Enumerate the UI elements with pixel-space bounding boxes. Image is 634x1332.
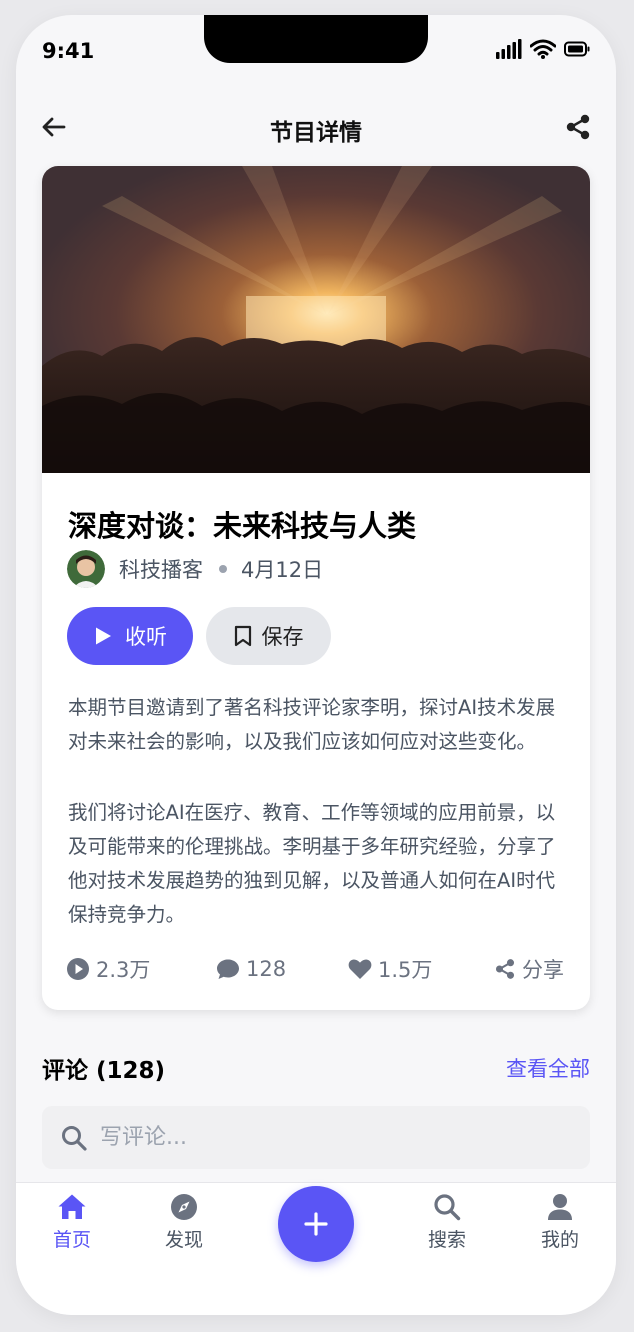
share-action[interactable]: 分享	[494, 949, 564, 989]
comment-icon	[217, 959, 239, 979]
tab-home[interactable]: 首页	[32, 1193, 112, 1252]
share-icon[interactable]	[564, 113, 592, 141]
battery-icon	[564, 41, 590, 57]
status-time: 9:41	[42, 39, 95, 63]
signal-icon	[496, 39, 522, 59]
comment-count-value: 128	[246, 957, 287, 981]
home-icon	[58, 1194, 86, 1219]
save-label: 保存	[261, 625, 304, 649]
tab-profile-label: 我的	[540, 1229, 579, 1251]
top-bar: 节目详情	[16, 105, 616, 149]
notch	[204, 15, 428, 63]
compass-icon	[171, 1194, 197, 1220]
tab-discover[interactable]: 发现	[144, 1193, 224, 1252]
share-icon	[495, 959, 515, 979]
search-icon	[62, 1125, 87, 1151]
see-all-comments-link[interactable]: 查看全部	[506, 1053, 590, 1083]
tab-search[interactable]: 搜索	[407, 1193, 487, 1252]
tab-profile[interactable]: 我的	[520, 1193, 600, 1252]
play-count: 2.3万	[66, 949, 150, 989]
tab-discover-label: 发现	[164, 1229, 203, 1251]
create-button[interactable]	[278, 1186, 354, 1262]
comment-input-box[interactable]	[42, 1106, 590, 1169]
status-icons	[496, 39, 590, 59]
play-count-value: 2.3万	[96, 958, 151, 982]
heart-icon	[348, 959, 372, 979]
author-name[interactable]: 科技播客	[119, 554, 203, 584]
publish-date: 4月12日	[241, 558, 324, 582]
tab-home-label: 首页	[52, 1229, 91, 1251]
user-icon	[548, 1194, 572, 1220]
play-icon	[96, 627, 111, 645]
wifi-icon	[530, 39, 556, 59]
page-title: 节目详情	[270, 120, 362, 146]
episode-cover-image	[42, 166, 590, 473]
episode-meta: 科技播客 4月12日	[67, 549, 323, 589]
comment-input[interactable]	[98, 1124, 542, 1151]
tab-search-label: 搜索	[427, 1229, 466, 1251]
like-count[interactable]: 1.5万	[348, 949, 432, 989]
avatar[interactable]	[67, 550, 105, 588]
listen-button[interactable]: 收听	[67, 607, 193, 665]
bookmark-icon	[234, 625, 251, 647]
comments-heading: 评论 (128)	[42, 1058, 166, 1084]
episode-stats: 2.3万 128 1.5万 分享	[66, 949, 566, 989]
search-icon	[434, 1194, 461, 1221]
play-circle-icon	[67, 958, 89, 980]
save-button[interactable]: 保存	[206, 607, 331, 665]
share-label: 分享	[522, 958, 564, 982]
episode-description-paragraph-2: 我们将讨论AI在医疗、教育、工作等领域的应用前景，以及可能带来的伦理挑战。李明基…	[68, 801, 556, 926]
phone-screen: 9:41 节目详情 深度对谈：未来科技与人类 科技播客 4月12日 收听 保存 …	[16, 15, 616, 1315]
meta-separator	[219, 565, 227, 573]
comment-count[interactable]: 128	[216, 949, 286, 989]
listen-label: 收听	[125, 625, 167, 649]
episode-title: 深度对谈：未来科技与人类	[68, 509, 417, 543]
like-count-value: 1.5万	[378, 958, 433, 982]
episode-card: 深度对谈：未来科技与人类 科技播客 4月12日 收听 保存 本期节目邀请到了著名…	[42, 166, 590, 1010]
episode-description-paragraph-1: 本期节目邀请到了著名科技评论家李明，探讨AI技术发展对未来社会的影响，以及我们应…	[68, 696, 556, 753]
plus-icon	[304, 1212, 328, 1236]
